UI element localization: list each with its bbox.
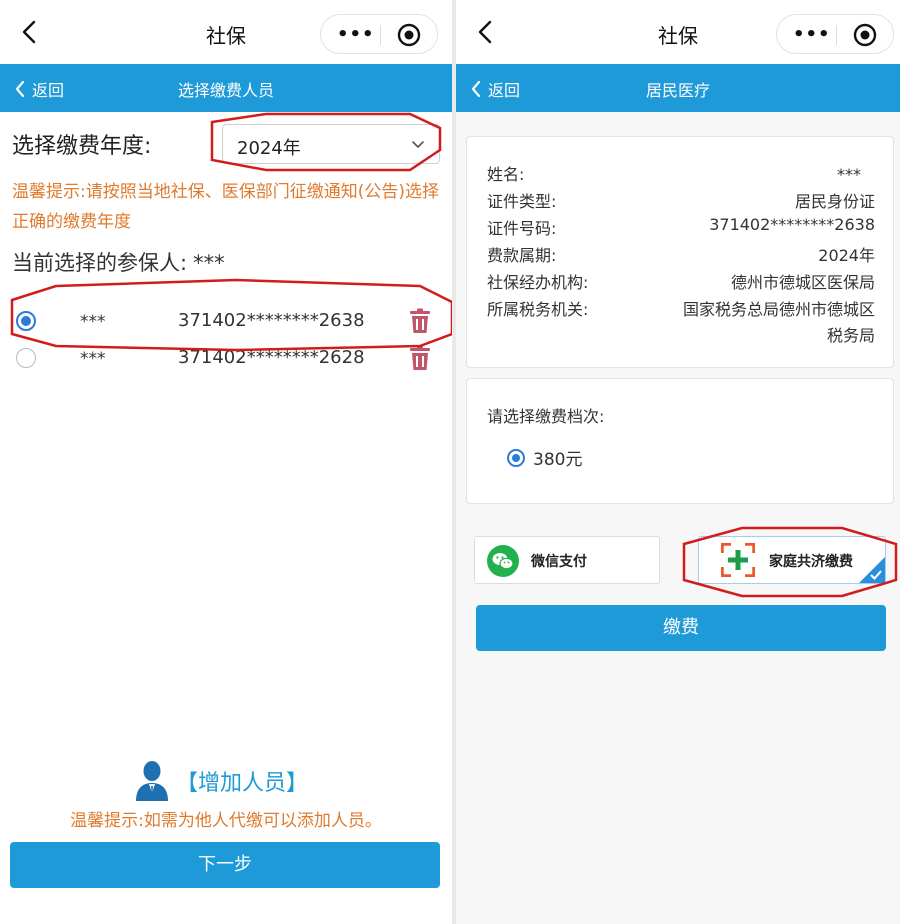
current-label: 当前选择的参保人: xyxy=(12,251,188,275)
right-screen: 社保 ••• 返回 居民医疗 姓名: *** 证件类型: 居民身份证 证件号码:… xyxy=(456,0,900,924)
info-key: 证件类型: xyxy=(487,192,557,211)
current-insured: 当前选择的参保人: *** xyxy=(12,247,225,277)
wechat-top-bar: 社保 ••• xyxy=(0,0,452,64)
year-select[interactable]: 2024年 xyxy=(222,124,440,164)
add-person-button[interactable]: 【增加人员】 xyxy=(134,760,308,802)
add-tip: 温馨提示:如需为他人代缴可以添加人员。 xyxy=(70,811,382,831)
person-icon xyxy=(136,761,168,801)
year-label: 选择缴费年度: xyxy=(12,134,152,159)
chevron-down-icon xyxy=(412,141,424,148)
wechat-top-bar: 社保 ••• xyxy=(456,0,900,64)
year-value: 2024年 xyxy=(237,138,301,159)
person-row[interactable]: *** 371402********2638 xyxy=(16,304,442,340)
target-icon[interactable] xyxy=(853,23,877,47)
tier-option-label: 380元 xyxy=(533,450,583,470)
person-name: *** xyxy=(80,312,106,332)
more-dots-icon[interactable]: ••• xyxy=(337,24,375,45)
wechat-icon xyxy=(487,545,519,577)
info-key: 所属税务机关: xyxy=(487,300,589,319)
trash-icon[interactable] xyxy=(408,345,432,371)
page-title: 居民医疗 xyxy=(645,81,710,100)
tier-radio-selected[interactable] xyxy=(507,448,525,467)
current-name: *** xyxy=(193,251,225,275)
family-pay-option[interactable]: 家庭共济缴费 xyxy=(698,536,886,584)
capsule-menu: ••• xyxy=(776,14,894,54)
page-title: 选择缴费人员 xyxy=(177,81,274,100)
wechat-pay-label: 微信支付 xyxy=(531,554,587,570)
info-value: 居民身份证 xyxy=(794,192,875,211)
info-value: 德州市德城区医保局 xyxy=(730,273,875,292)
info-value: 371402********2638 xyxy=(709,215,875,234)
left-screen: 社保 ••• 返回 选择缴费人员 选择缴费年度: 2024年 温馨提示:请按照当… xyxy=(0,0,452,924)
next-button[interactable]: 下一步 xyxy=(10,842,440,888)
person-radio[interactable] xyxy=(16,348,36,368)
person-row[interactable]: *** 371402********2628 xyxy=(16,341,442,377)
person-id: 371402********2628 xyxy=(178,347,365,368)
family-plus-icon xyxy=(721,543,755,577)
year-tip: 温馨提示:请按照当地社保、医保部门征缴通知(公告)选择正确的缴费年度 xyxy=(12,182,439,232)
tier-option[interactable]: 380元 xyxy=(507,445,582,470)
info-key: 费款属期: xyxy=(487,246,557,265)
capsule-divider xyxy=(380,25,381,45)
capsule-menu: ••• xyxy=(320,14,438,54)
person-name: *** xyxy=(80,349,106,369)
capsule-divider xyxy=(836,25,837,45)
blue-header: 返回 居民医疗 xyxy=(456,64,900,112)
trash-icon[interactable] xyxy=(408,308,432,334)
info-value: 国家税务总局德州市德城区 xyxy=(682,300,875,319)
info-value: 2024年 xyxy=(818,246,875,265)
pay-button[interactable]: 缴费 xyxy=(476,605,886,651)
info-key: 证件号码: xyxy=(487,219,557,238)
add-person-label: 【增加人员】 xyxy=(176,771,309,796)
info-value: *** xyxy=(837,165,861,184)
info-value-line2: 税务局 xyxy=(826,326,875,345)
more-dots-icon[interactable]: ••• xyxy=(793,24,831,45)
info-key: 姓名: xyxy=(487,165,525,184)
blue-header: 返回 选择缴费人员 xyxy=(0,64,452,112)
family-pay-label: 家庭共济缴费 xyxy=(769,554,853,570)
target-icon[interactable] xyxy=(397,23,421,47)
wechat-pay-option[interactable]: 微信支付 xyxy=(474,536,660,584)
person-radio-selected[interactable] xyxy=(16,311,36,331)
payment-tier-card: 请选择缴费档次: 380元 xyxy=(466,378,894,504)
check-icon xyxy=(859,557,885,583)
info-key: 社保经办机构: xyxy=(487,273,589,292)
tier-label: 请选择缴费档次: xyxy=(487,407,605,426)
insured-info-card: 姓名: *** 证件类型: 居民身份证 证件号码: 371402********… xyxy=(466,136,894,368)
person-id: 371402********2638 xyxy=(178,310,365,331)
